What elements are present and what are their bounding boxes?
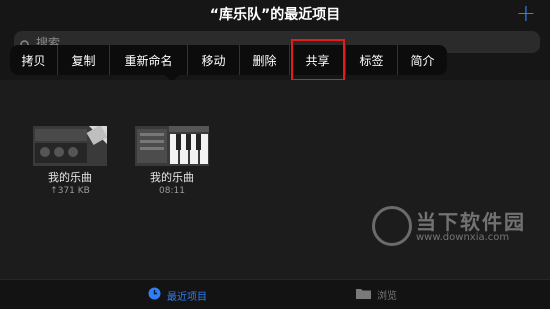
page-title: “库乐队”的最近项目 (209, 7, 341, 23)
menu-item-share[interactable]: 共享 (290, 39, 346, 81)
tab-bar: 最近项目 浏览 (0, 279, 550, 309)
tab-browse-label: 浏览 (377, 291, 397, 302)
menu-item-rename[interactable]: 重新命名 (110, 45, 188, 75)
clock-icon (148, 287, 161, 303)
menu-item-duplicate[interactable]: 复制 (58, 45, 110, 75)
watermark-logo-icon (372, 206, 412, 246)
menu-item-move[interactable]: 移动 (188, 45, 240, 75)
instrument-thumbnail-icon (33, 126, 107, 166)
menu-item-info[interactable]: 简介 (398, 45, 447, 75)
tab-recent-label: 最近项目 (167, 291, 207, 303)
menu-item-delete[interactable]: 删除 (240, 45, 290, 75)
file-duration: 08:11 (159, 186, 185, 196)
file-name: 我的乐曲 (48, 171, 92, 184)
add-button[interactable]: + (516, 0, 536, 27)
file-name: 我的乐曲 (150, 171, 194, 184)
watermark: 当下软件园 www.downxia.com (372, 206, 532, 250)
file-browser: 我的乐曲 ↑371 KB 我的乐曲 08:11 当下软件园 www.downxi… (0, 80, 550, 280)
file-size: ↑371 KB (50, 186, 90, 196)
tab-browse[interactable]: 浏览 (356, 287, 397, 302)
tab-recent[interactable]: 最近项目 (148, 287, 207, 303)
context-menu: 拷贝 复制 重新命名 移动 删除 共享 标签 简介 (10, 39, 447, 81)
menu-item-copy[interactable]: 拷贝 (10, 45, 58, 75)
folder-icon (356, 287, 371, 302)
watermark-text: 当下软件园 (416, 210, 526, 234)
keyboard-thumbnail-icon (135, 126, 209, 166)
menu-item-tags[interactable]: 标签 (346, 45, 398, 75)
header-bar: “库乐队”的最近项目 + (0, 0, 550, 30)
file-item[interactable]: 我的乐曲 ↑371 KB (30, 126, 110, 196)
watermark-url: www.downxia.com (416, 232, 510, 243)
file-item[interactable]: 我的乐曲 08:11 (132, 126, 212, 196)
